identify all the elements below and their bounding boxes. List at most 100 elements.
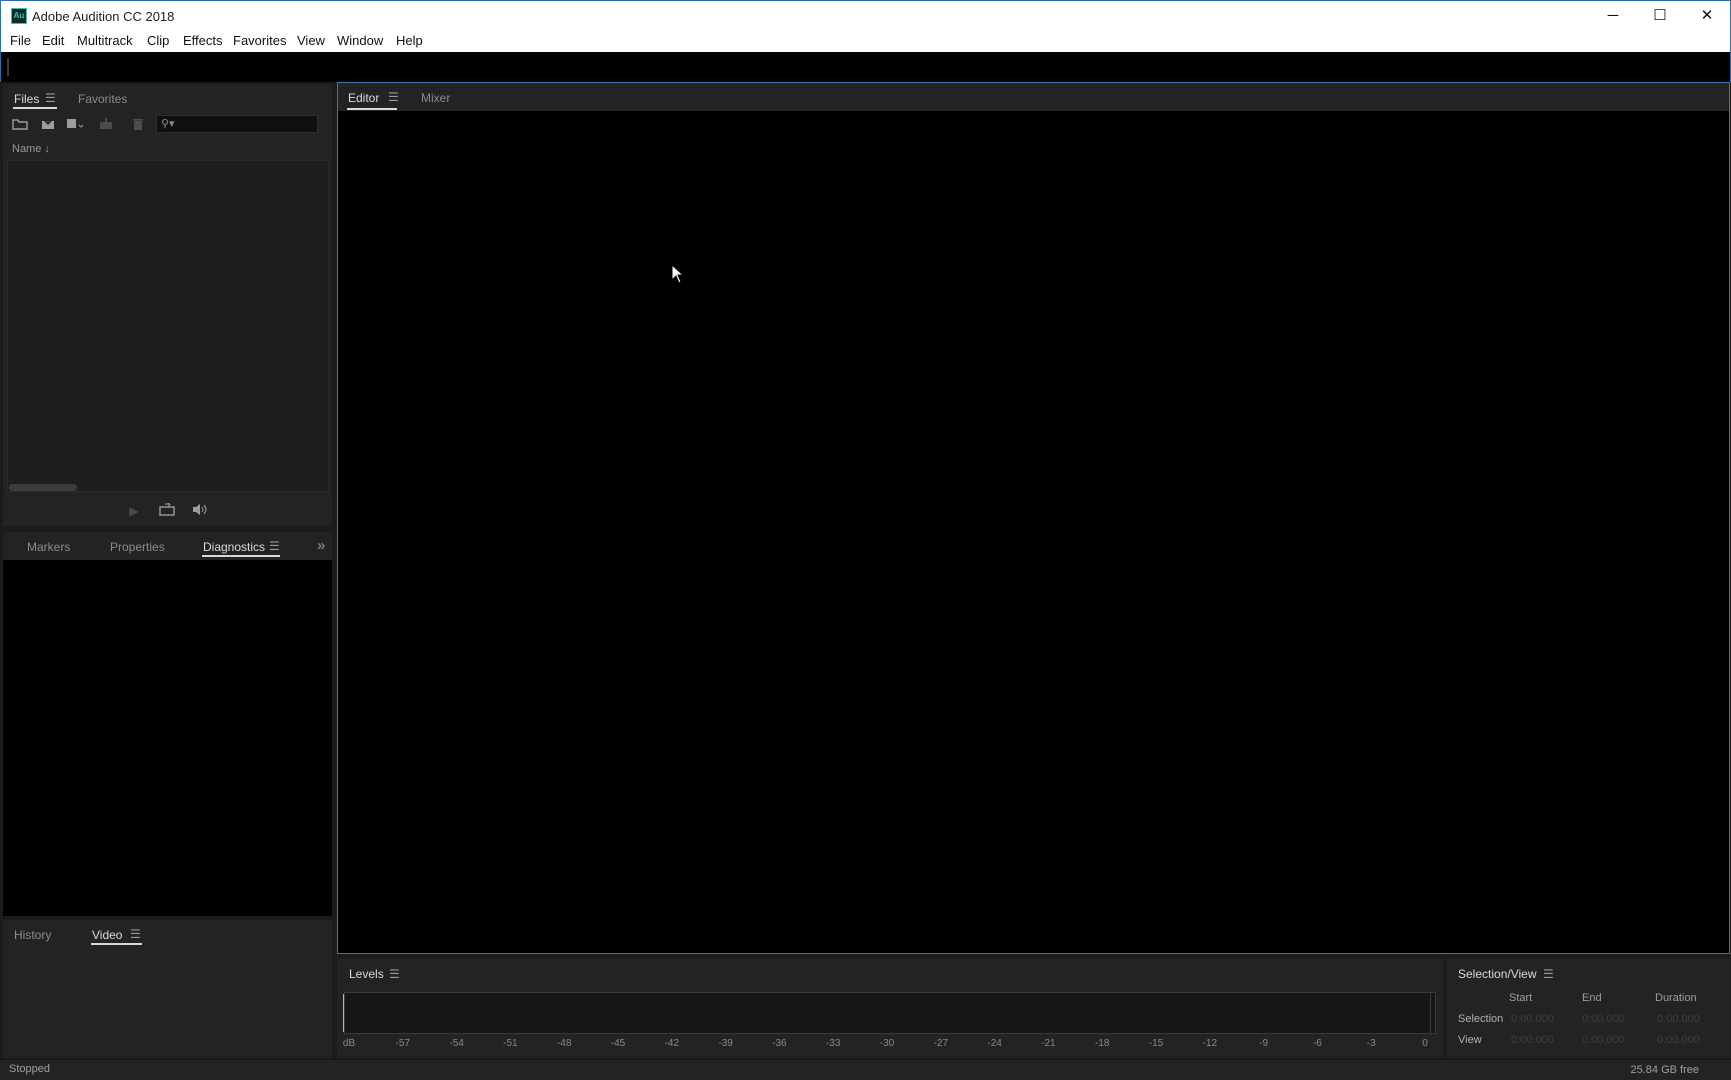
level-scale-tick: -48 [556,1038,572,1049]
level-scale-tick: -15 [1148,1038,1164,1049]
diagnostics-panel-group: Markers Properties Diagnostics ☰ » [3,532,332,916]
selection-view-panel: Selection/View ☰ Start End Duration Sele… [1447,958,1730,1058]
view-duration[interactable]: 0:00.000 [1657,1034,1700,1046]
view-start[interactable]: 0:00.000 [1511,1034,1554,1046]
level-scale-tick: -45 [610,1038,626,1049]
level-scale-tick: 0 [1422,1038,1428,1049]
loop-icon[interactable] [158,502,176,517]
tab-history[interactable]: History [14,928,51,942]
level-scale-tick: -3 [1366,1038,1376,1049]
files-panel-menu-icon[interactable]: ☰ [45,91,56,105]
window-title: Adobe Audition CC 2018 [32,9,175,24]
editor-panel-menu-icon[interactable]: ☰ [388,90,399,104]
level-scale-tick: -54 [449,1038,464,1049]
files-panel: Files ☰ Favorites ⚲▾ Name ↓ ▶ [3,84,332,526]
menu-effects[interactable]: Effects [183,33,223,48]
tab-properties[interactable]: Properties [110,540,165,554]
level-scale-tick: -33 [825,1038,841,1049]
selection-view-title[interactable]: Selection/View [1458,967,1537,981]
menu-view[interactable]: View [297,33,325,48]
levels-panel-menu-icon[interactable]: ☰ [389,967,400,981]
editor-panel: Editor ☰ Mixer [337,82,1730,954]
level-meter [344,992,1436,1034]
active-tab-underline [202,555,280,557]
maximize-button[interactable]: ☐ [1637,1,1683,31]
column-duration: Duration [1655,992,1697,1004]
diagnostics-content [3,560,332,916]
column-header-name[interactable]: Name ↓ [12,143,50,155]
menu-bar: File Edit Multitrack Clip Effects Favori… [0,30,1731,52]
video-panel-menu-icon[interactable]: ☰ [130,927,141,941]
minimize-button[interactable]: ─ [1590,1,1636,31]
mouse-pointer-icon [671,264,685,284]
menu-multitrack[interactable]: Multitrack [77,33,133,48]
tab-markers[interactable]: Markers [27,540,70,554]
import-file-icon[interactable] [39,118,57,132]
level-scale-tick: -6 [1312,1038,1322,1049]
active-tab-underline [347,108,397,110]
menu-edit[interactable]: Edit [42,33,64,48]
transport-status: Stopped [9,1063,50,1075]
level-scale-tick: -9 [1259,1038,1269,1049]
level-scale-tick: -39 [718,1038,733,1049]
search-icon: ⚲▾ [161,118,175,130]
level-scale-tick: -36 [772,1038,787,1049]
levels-panel-title[interactable]: Levels [349,967,384,981]
audition-app-icon: Au [11,8,27,24]
new-file-icon[interactable] [66,118,84,132]
files-preview-controls: ▶ [3,494,332,526]
tab-files[interactable]: Files [14,92,39,106]
column-end: End [1582,992,1602,1004]
history-panel-header: History Video ☰ [3,920,332,946]
level-scale-tick: -27 [933,1038,949,1049]
selection-view-menu-icon[interactable]: ☰ [1543,967,1554,981]
toolbar-strip [0,52,1731,82]
level-scale-tick: -42 [664,1038,680,1049]
level-scale-tick: dB [342,1038,356,1049]
levels-panel: Levels ☰ dB -57 -54 -51 -48 -45 -42 -39 -36 -33 -3… [337,958,1443,1058]
tab-mixer[interactable]: Mixer [421,91,450,105]
level-scale-tick: -18 [1094,1038,1110,1049]
close-button[interactable]: ✕ [1684,1,1730,31]
files-list[interactable] [7,160,329,492]
diagnostics-panel-menu-icon[interactable]: ☰ [269,539,280,553]
toolbar-grip[interactable] [7,58,9,76]
menu-file[interactable]: File [10,33,31,48]
open-file-icon[interactable] [11,118,29,132]
level-scale-tick: -30 [879,1038,895,1049]
editor-panel-header: Editor ☰ Mixer [338,83,1729,111]
view-end[interactable]: 0:00.000 [1582,1034,1625,1046]
row-selection-label: Selection [1458,1013,1504,1025]
delete-icon[interactable] [129,118,147,132]
markers-panel-header: Markers Properties Diagnostics ☰ » [3,532,332,558]
selection-end[interactable]: 0:00.000 [1582,1013,1625,1025]
level-scale-tick: -57 [395,1038,411,1049]
tab-video[interactable]: Video [92,928,122,942]
menu-help[interactable]: Help [396,33,423,48]
horizontal-scrollbar[interactable] [9,484,77,491]
play-icon[interactable]: ▶ [125,504,143,518]
insert-into-multitrack-icon[interactable] [97,118,115,132]
active-tab-underline [13,107,57,109]
files-search-input[interactable]: ⚲▾ [156,115,318,133]
status-bar: Stopped 25.84 GB free [0,1059,1731,1080]
level-meter-cursor [343,994,344,1032]
menu-window[interactable]: Window [337,33,383,48]
menu-favorites[interactable]: Favorites [233,33,286,48]
selection-duration[interactable]: 0:00.000 [1657,1013,1700,1025]
title-bar: Au Adobe Audition CC 2018 ─ ☐ ✕ [0,0,1731,30]
level-scale-tick: -51 [503,1038,518,1049]
panel-overflow-icon[interactable]: » [317,537,325,554]
auto-play-speaker-icon[interactable] [190,503,208,517]
column-start: Start [1509,992,1533,1004]
level-meter-end [1430,992,1431,1034]
level-scale-tick: -21 [1041,1038,1056,1049]
level-scale-tick: -12 [1202,1038,1218,1049]
disk-free-space: 25.84 GB free [1630,1064,1700,1076]
tab-favorites[interactable]: Favorites [78,92,127,106]
selection-start[interactable]: 0:00.000 [1511,1013,1554,1025]
menu-clip[interactable]: Clip [147,33,169,48]
tab-diagnostics[interactable]: Diagnostics [203,540,265,554]
active-tab-underline [91,943,142,945]
tab-editor[interactable]: Editor [348,91,379,105]
